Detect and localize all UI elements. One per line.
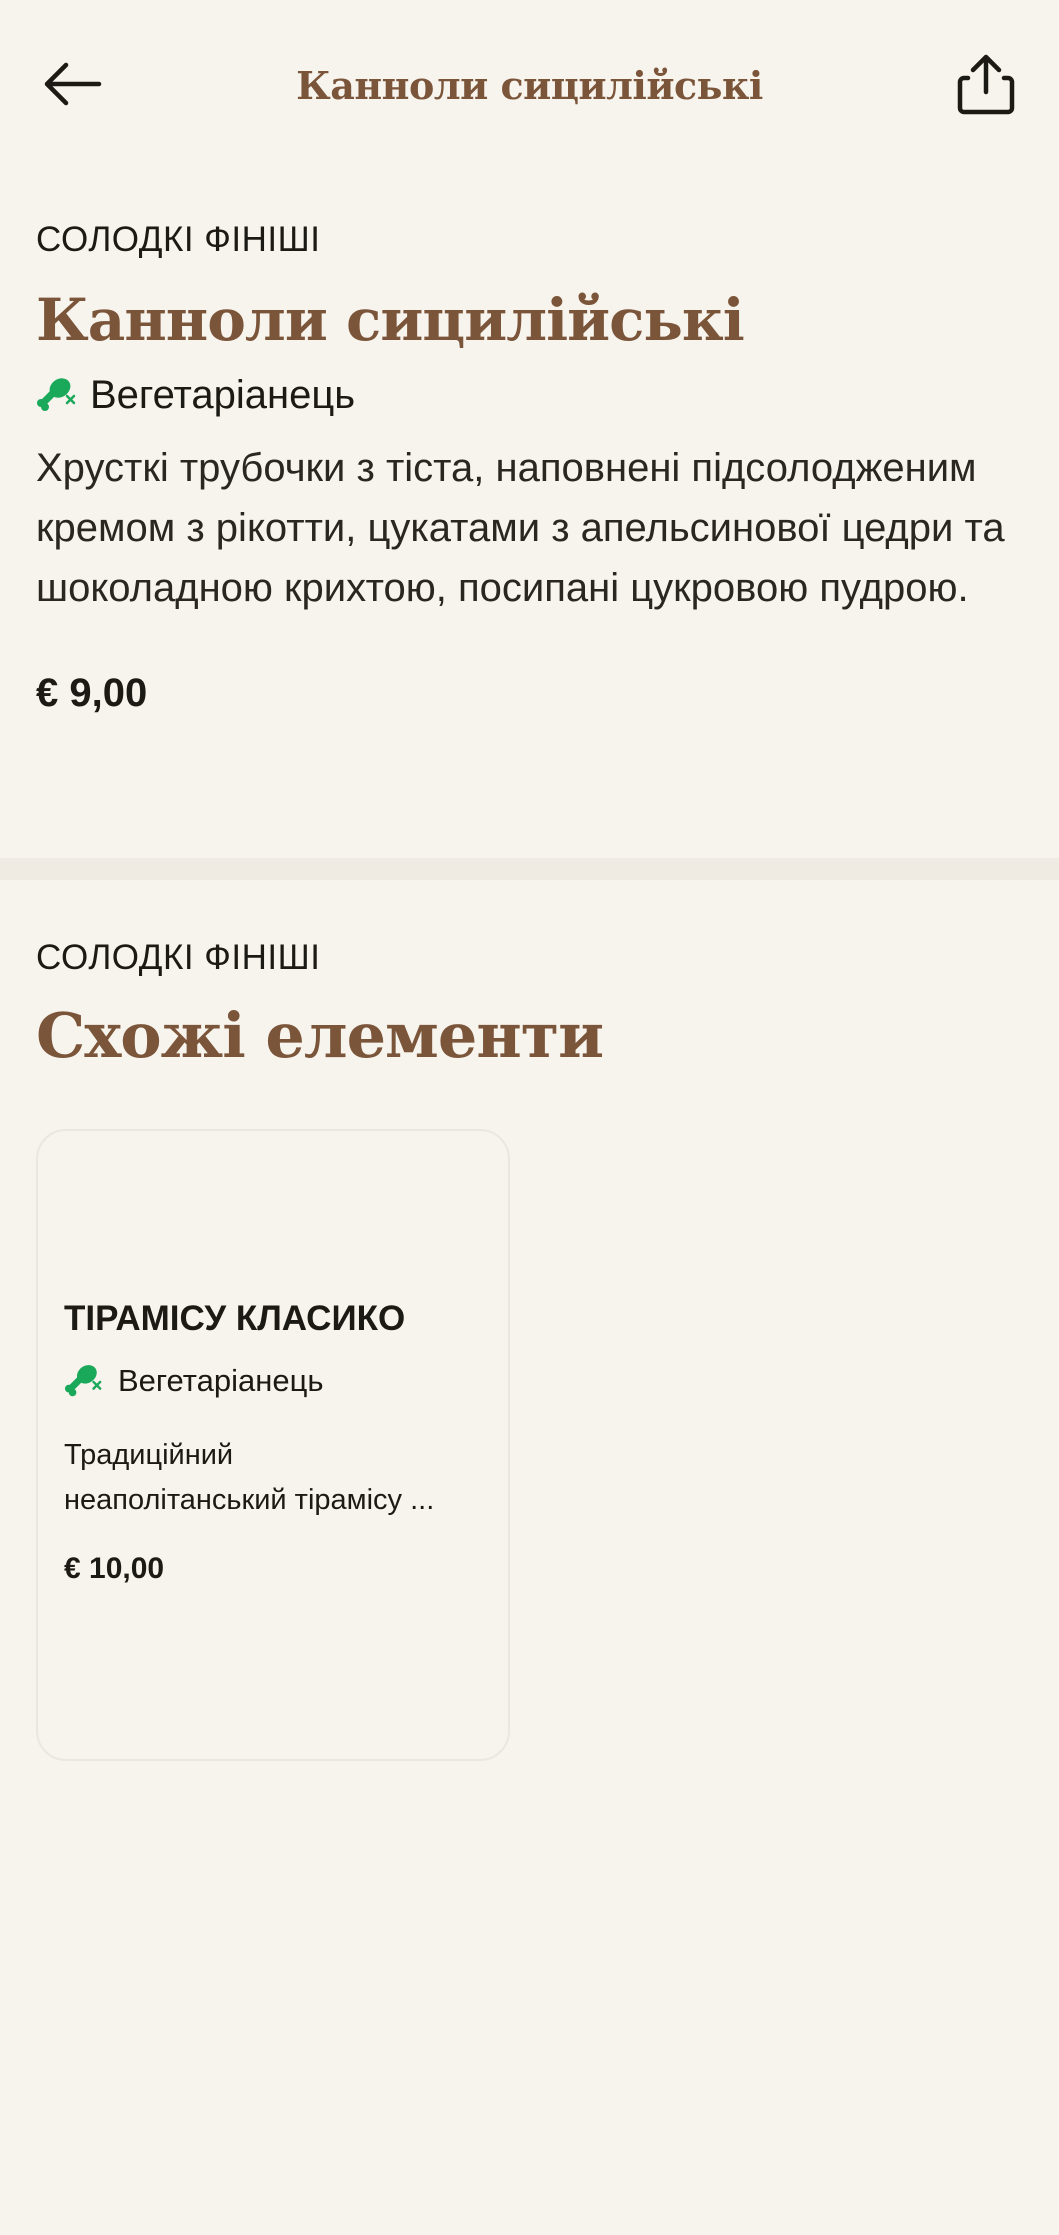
top-navigation-bar: Канноли сицилійські bbox=[0, 0, 1059, 170]
vegetarian-drumstick-icon bbox=[36, 374, 78, 416]
card-item-price: € 10,00 bbox=[64, 1552, 165, 1585]
diet-label: Вегетаріанець bbox=[90, 373, 356, 417]
similar-heading: Схожі елементи bbox=[36, 999, 604, 1072]
share-icon bbox=[957, 54, 1015, 115]
item-price: € 9,00 bbox=[36, 671, 148, 715]
item-details: СОЛОДКІ ФІНІШІ Канноли сицилійські Вегет… bbox=[36, 218, 1026, 718]
card-diet-label: Вегетаріанець bbox=[118, 1363, 324, 1398]
item-name: Канноли сицилійські bbox=[36, 286, 745, 354]
diet-badge: Вегетаріанець bbox=[36, 370, 1026, 420]
similar-item-card[interactable]: ТІРАМІСУ КЛАСИКО Вегетаріанець Традиційн… bbox=[36, 1129, 510, 1761]
arrow-left-icon bbox=[44, 62, 102, 106]
item-description: Хрусткі трубочки з тіста, наповнені підс… bbox=[36, 446, 1005, 610]
card-item-description: Традиційний неаполітанський тірамісу ... bbox=[64, 1433, 494, 1523]
card-description-line: неаполітанський тірамісу ... bbox=[64, 1484, 435, 1516]
similar-category: СОЛОДКІ ФІНІШІ bbox=[36, 938, 321, 977]
section-divider bbox=[0, 858, 1059, 880]
card-diet-badge: Вегетаріанець bbox=[64, 1361, 323, 1401]
header-title: Канноли сицилійські bbox=[296, 63, 763, 108]
item-category: СОЛОДКІ ФІНІШІ bbox=[36, 220, 321, 259]
share-button[interactable] bbox=[948, 46, 1024, 122]
similar-items-section: СОЛОДКІ ФІНІШІ Схожі елементи bbox=[36, 936, 1026, 1076]
vegetarian-drumstick-icon bbox=[64, 1361, 104, 1401]
card-description-line: Традиційний bbox=[64, 1439, 234, 1471]
back-button[interactable] bbox=[36, 52, 108, 116]
card-item-name: ТІРАМІСУ КЛАСИКО bbox=[64, 1299, 406, 1338]
